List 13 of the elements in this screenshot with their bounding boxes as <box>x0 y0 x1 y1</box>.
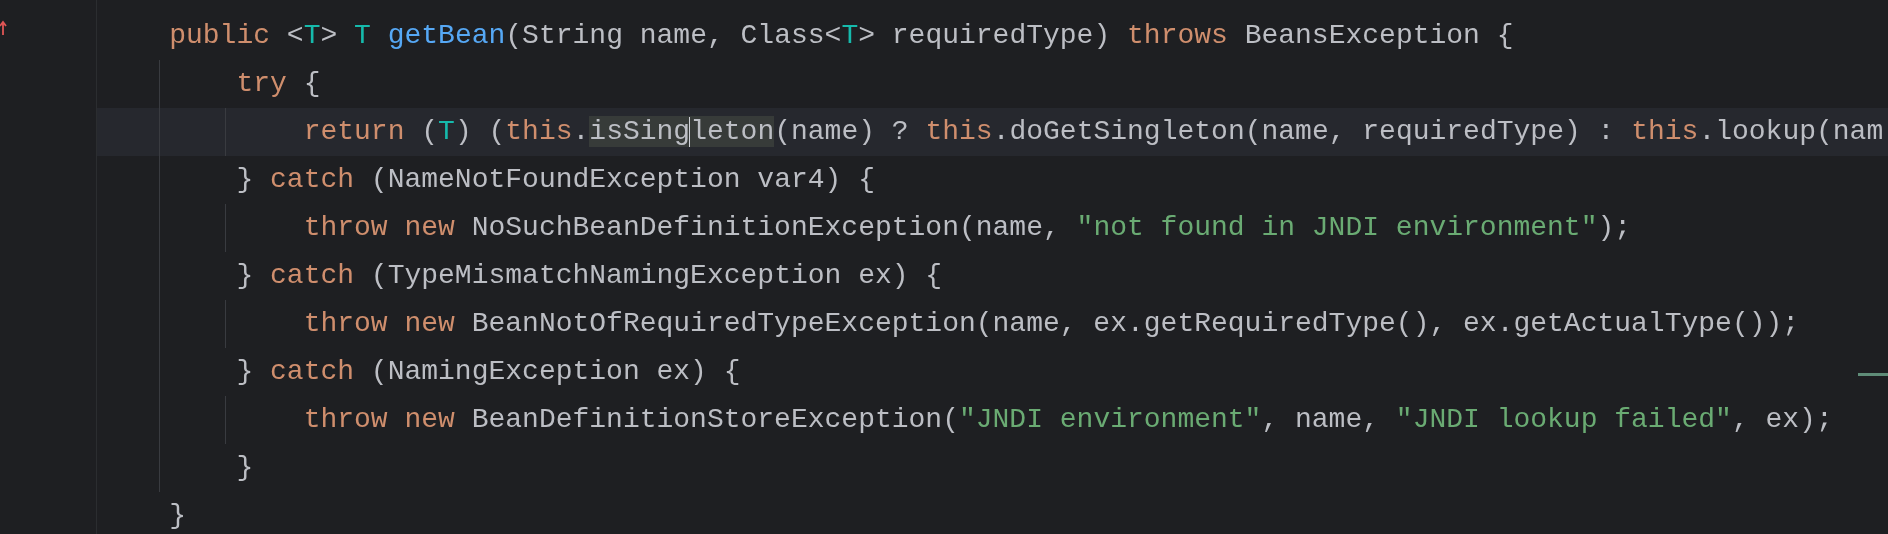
code-line: } <box>235 451 254 485</box>
code-line: } catch (NameNotFoundException var4) { <box>235 163 875 197</box>
code-line: throw new BeanNotOfRequiredTypeException(name, ex.getRequiredType(), ex.getActualType()); <box>302 307 1800 341</box>
code-line: } catch (TypeMismatchNamingException ex) { <box>235 259 943 293</box>
code-line: } catch (NamingException ex) { <box>235 355 741 389</box>
scrollbar-mark <box>1858 373 1888 376</box>
code-line: throw new NoSuchBeanDefinitionException(name, "not found in JNDI environment"); <box>302 211 1632 245</box>
up-arrow-icon[interactable] <box>0 20 10 36</box>
code-line: try { <box>235 67 321 101</box>
code-line: throw new BeanDefinitionStoreException("JNDI environment", name, "JNDI lookup failed", ex); <box>302 403 1833 437</box>
code-line: } <box>168 499 186 533</box>
code-line: public <T> T getBean(String name, Class<T> requiredType) throws BeansException { <box>168 19 1514 53</box>
code-line: return (T) (this.isSing leton(name) ? this.doGetSingleton(name, requiredType) : this.lookup(nam <box>302 115 1884 149</box>
